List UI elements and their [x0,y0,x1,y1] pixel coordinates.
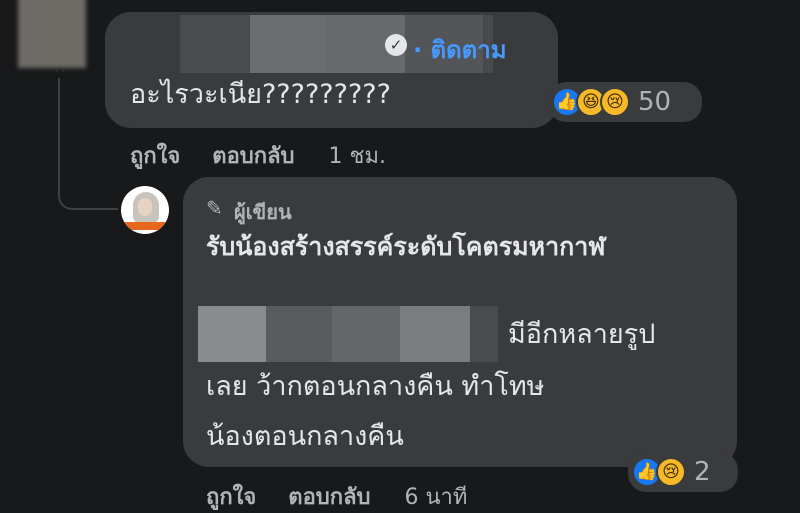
reply-timestamp[interactable]: 6 นาที [405,479,468,513]
page-name-link[interactable]: รับน้องสร้างสรรค์ระดับโคตรมหากาฬ [206,228,716,266]
commenter-name-redacted [180,15,250,73]
author-badge: ผู้เขียน [234,200,292,224]
mention-redacted [400,306,470,362]
avatar-band [121,222,169,230]
mention-redacted [198,306,266,362]
sad-reaction-icon: 😢 [600,87,630,117]
mention-redacted [332,306,400,362]
reply-text-line: มีอีกหลายรูป [508,319,656,350]
reply-button[interactable]: ตอบกลับ [212,138,294,173]
reply-text-line: น้องตอนกลางคืน [206,421,404,452]
like-button[interactable]: ถูกใจ [206,479,256,513]
follow-label: ติดตาม [430,36,507,64]
reply-reactions[interactable]: 👍 😢 2 [628,452,738,492]
dot-separator: · [413,36,431,64]
reply-text-line: เลย ว้ากตอนกลางคืน ทำโทษ [206,371,545,402]
comment-timestamp[interactable]: 1 ชม. [329,138,386,173]
pen-icon: ✎ [206,196,223,220]
mention-redacted [470,306,498,362]
like-button[interactable]: ถูกใจ [130,138,180,173]
reply-button[interactable]: ตอบกลับ [288,479,370,513]
mention-redacted [266,306,332,362]
comment-text: อะไรวะเนีย????????? [130,79,391,110]
commenter-name-redacted [250,15,325,73]
page-avatar[interactable] [121,186,169,234]
follow-link[interactable]: · ติดตาม [413,30,507,69]
comment-actions: ถูกใจ ตอบกลับ 1 ชม. [130,138,386,173]
reaction-count: 50 [638,87,672,117]
reply-actions: ถูกใจ ตอบกลับ 6 นาที [206,479,467,513]
reaction-count: 2 [694,457,711,487]
comment-reactions[interactable]: 👍 😆 😢 50 [548,82,702,122]
avatar-face [138,198,152,216]
thread-dots: ·· [55,64,67,78]
sad-reaction-icon: 😢 [656,457,686,487]
commenter-avatar[interactable] [18,0,86,68]
verified-check-icon: ✓ [385,34,407,56]
